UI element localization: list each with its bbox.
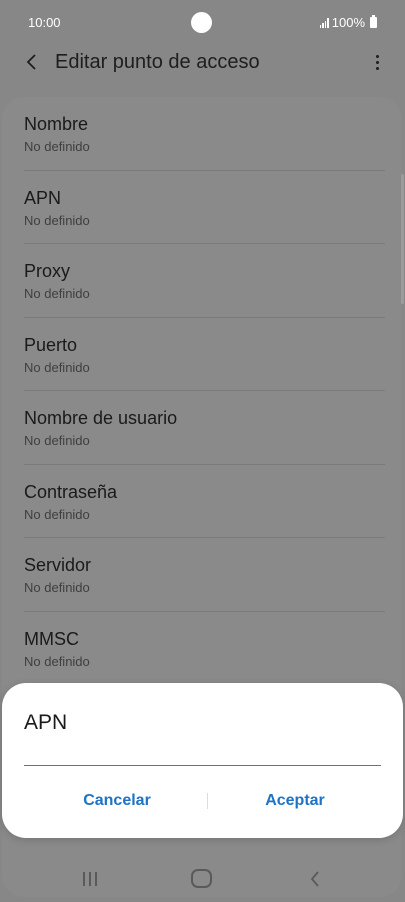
scroll-indicator[interactable] [401, 174, 404, 304]
app-bar: Editar punto de acceso [0, 42, 405, 82]
apn-input[interactable] [24, 730, 381, 766]
item-label: Nombre [24, 114, 89, 134]
item-label: Proxy [24, 261, 71, 281]
cancel-button[interactable]: Cancelar [37, 783, 197, 819]
list-item-contrasena[interactable]: Contraseña No definido [2, 465, 402, 538]
signal-icon [319, 17, 329, 28]
screen: 10:00 100% Editar punto de acceso Nombre… [0, 0, 405, 902]
list-item-servidor[interactable]: Servidor No definido [2, 538, 402, 612]
status-indicators: 100% [319, 15, 377, 30]
item-value: No definido [24, 580, 90, 595]
button-divider [207, 793, 208, 809]
item-label: APN [24, 187, 62, 208]
nav-back-icon[interactable] [303, 867, 327, 891]
list-item-nombre-de-usuario[interactable]: Nombre de usuario No definido [2, 391, 402, 465]
page-title: Editar punto de acceso [55, 51, 260, 73]
recents-icon[interactable] [75, 868, 105, 890]
list-item-nombre[interactable]: Nombre No definido [2, 97, 402, 171]
status-bar: 10:00 100% [0, 0, 405, 46]
item-value: No definido [24, 433, 90, 448]
more-options-button[interactable] [369, 48, 385, 76]
item-label: MMSC [24, 628, 79, 649]
dialog-actions: Cancelar Aceptar [2, 783, 403, 819]
apn-dialog: APN Cancelar Aceptar [2, 683, 403, 838]
item-value: No definido [24, 506, 90, 522]
accept-button[interactable]: Aceptar [215, 783, 375, 819]
back-button[interactable] [18, 48, 46, 76]
list-item-proxy[interactable]: Proxy No definido [2, 244, 402, 318]
item-value: No definido [24, 212, 90, 228]
item-value: No definido [24, 139, 90, 154]
list-item-puerto[interactable]: Puerto No definido [2, 318, 402, 391]
list-item-mmsc[interactable]: MMSC No definido [2, 612, 402, 685]
back-arrow-icon [26, 54, 36, 70]
item-label: Puerto [24, 334, 78, 355]
camera-cutout [191, 12, 212, 33]
item-value: No definido [24, 286, 90, 301]
item-label: Servidor [24, 555, 92, 575]
item-value: No definido [24, 653, 90, 669]
item-label: Nombre de usuario [24, 408, 178, 428]
more-options-icon [375, 54, 379, 70]
home-icon[interactable] [191, 869, 212, 888]
list-item-apn[interactable]: APN No definido [2, 171, 402, 244]
status-time: 10:00 [28, 15, 61, 30]
navigation-bar [0, 856, 405, 902]
item-value: No definido [24, 359, 90, 375]
battery-icon [370, 15, 377, 28]
item-label: Contraseña [24, 481, 118, 502]
battery-percentage: 100% [331, 15, 365, 30]
